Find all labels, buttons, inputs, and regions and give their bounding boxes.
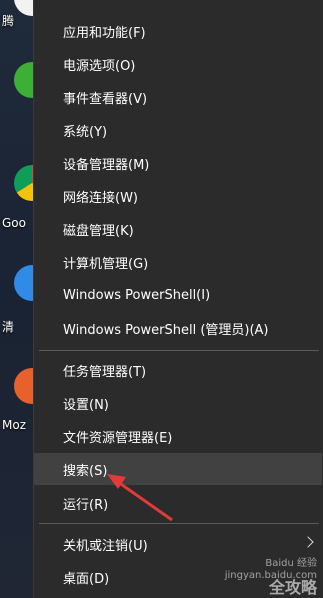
menu-item-system[interactable]: 系统(Y) (34, 115, 322, 145)
menu-item-disk-management[interactable]: 磁盘管理(K) (34, 214, 322, 244)
menu-item-label: 事件查看器(V) (63, 91, 148, 107)
menu-item-label: 任务管理器(T) (63, 364, 147, 380)
menu-item-label: 电源选项(O) (63, 58, 136, 74)
menu-item-label: 设备管理器(M) (63, 157, 150, 173)
menu-item-label: 网络连接(W) (63, 190, 138, 206)
watermark-line1: Baidu 经验 (265, 558, 317, 569)
menu-item-device-manager[interactable]: 设备管理器(M) (34, 148, 322, 178)
menu-item-network-connections[interactable]: 网络连接(W) (34, 181, 322, 211)
menu-item-powershell[interactable]: Windows PowerShell(I) (34, 280, 322, 310)
menu-item-label: 运行(R) (63, 497, 109, 513)
menu-item-label: 应用和功能(F) (63, 25, 146, 41)
menu-item-apps-features[interactable]: 应用和功能(F) (34, 16, 322, 46)
watermark-line3: 全攻略 (268, 578, 317, 597)
chevron-right-icon (302, 536, 314, 548)
menu-item-computer-management[interactable]: 计算机管理(G) (34, 247, 322, 277)
menu-item-event-viewer[interactable]: 事件查看器(V) (34, 82, 322, 112)
menu-item-label: 磁盘管理(K) (63, 223, 134, 239)
menu-separator (39, 523, 319, 524)
menu-item-label: 文件资源管理器(E) (63, 430, 173, 446)
menu-item-label: 桌面(D) (63, 571, 110, 587)
menu-item-task-manager[interactable]: 任务管理器(T) (34, 355, 322, 385)
menu-item-file-explorer[interactable]: 文件资源管理器(E) (34, 421, 322, 451)
menu-item-label: 搜索(S) (63, 463, 108, 479)
menu-item-label: 设置(N) (63, 397, 109, 413)
menu-item-powershell-admin[interactable]: Windows PowerShell (管理员)(A) (34, 313, 322, 343)
menu-item-label: 系统(Y) (63, 124, 108, 140)
desktop-label-1: 腾 (2, 14, 15, 28)
winx-context-menu: 应用和功能(F) 电源选项(O) 事件查看器(V) 系统(Y) 设备管理器(M)… (33, 0, 323, 598)
menu-item-settings[interactable]: 设置(N) (34, 388, 322, 418)
menu-item-label: 关机或注销(U) (63, 538, 148, 554)
menu-item-search[interactable]: 搜索(S) (34, 453, 322, 485)
desktop-label-4: Moz (2, 418, 26, 432)
desktop-label-3: 清 (2, 320, 15, 334)
menu-item-label: Windows PowerShell(I) (63, 287, 211, 303)
baidu-watermark: Baidu 经验 jingyan.baidu.com 全攻略 (225, 558, 317, 597)
menu-separator (39, 350, 319, 351)
desktop-label-2: Goo (2, 216, 26, 230)
menu-item-label: Windows PowerShell (管理员)(A) (63, 322, 269, 338)
menu-item-shutdown-signout[interactable]: 关机或注销(U) (34, 529, 322, 559)
menu-item-run[interactable]: 运行(R) (34, 488, 322, 518)
menu-item-power-options[interactable]: 电源选项(O) (34, 49, 322, 79)
menu-item-label: 计算机管理(G) (63, 256, 149, 272)
